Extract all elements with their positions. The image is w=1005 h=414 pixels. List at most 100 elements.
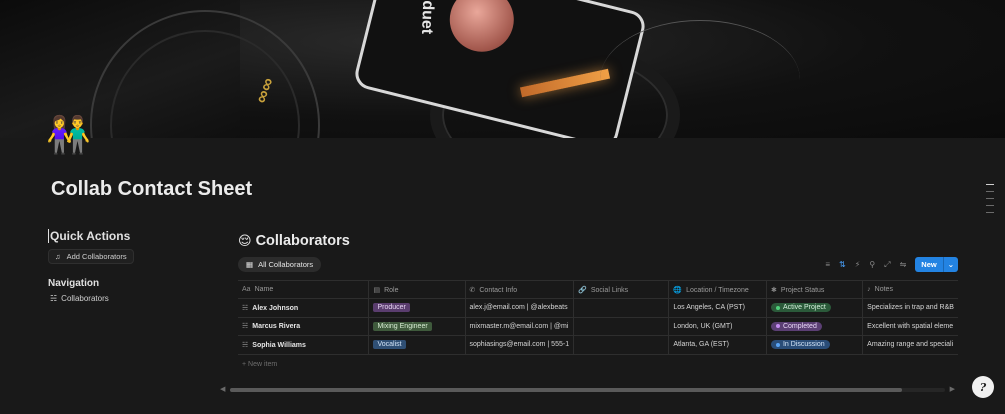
name-text: Marcus Rivera bbox=[252, 323, 301, 331]
new-item-label: New item bbox=[248, 360, 278, 368]
name-text: Alex Johnson bbox=[252, 304, 299, 312]
cell-contact[interactable]: alex.j@email.com | @alexbeats bbox=[465, 298, 575, 318]
cell-location[interactable]: Atlanta, GA (EST) bbox=[668, 335, 767, 355]
database-tools: ≡ ⇅ ⚡ ⚲ ⤢ ⇋ New ⌄ bbox=[825, 257, 958, 272]
help-button[interactable]: ? bbox=[972, 376, 994, 398]
globe-icon: 🌐 bbox=[673, 286, 683, 294]
nav-item-label: Collaborators bbox=[61, 294, 109, 303]
cell-contact[interactable]: sophiasings@email.com | 555-1 bbox=[465, 335, 575, 355]
collaborators-table: Aa Name ▤ Role ✆ Contact Info 🔗 Social Links… bbox=[238, 280, 958, 355]
relieved-face-icon: 😌 bbox=[238, 233, 252, 248]
scroll-right-arrow-icon[interactable]: ▶ bbox=[950, 385, 955, 393]
cell-name[interactable]: ☵ Alex Johnson bbox=[238, 298, 370, 318]
search-icon[interactable]: ⚲ bbox=[869, 260, 875, 269]
cell-name[interactable]: ☵ Sophia Williams bbox=[238, 335, 370, 355]
cell-social[interactable] bbox=[573, 298, 670, 318]
nav-item-collaborators[interactable]: ☵ Collaborators bbox=[48, 294, 218, 303]
music-icon: ♪ bbox=[867, 286, 871, 293]
filter-icon[interactable]: ≡ bbox=[825, 260, 830, 269]
status-text: Completed bbox=[782, 322, 817, 330]
quick-actions-heading: Quick Actions bbox=[48, 229, 218, 243]
column-label: Name bbox=[254, 286, 274, 293]
database-title-text: Collaborators bbox=[255, 233, 350, 249]
cell-notes[interactable]: Excellent with spatial eleme bbox=[862, 317, 958, 336]
database-title[interactable]: 😌 Collaborators bbox=[238, 233, 958, 249]
column-label: Contact Info bbox=[479, 286, 518, 294]
table-header-row: Aa Name ▤ Role ✆ Contact Info 🔗 Social Links… bbox=[238, 280, 958, 299]
cover-device-knob bbox=[442, 0, 521, 59]
new-item-row[interactable]: + New item bbox=[242, 361, 958, 368]
hierarchy-icon: ☵ bbox=[50, 294, 58, 303]
new-button[interactable]: New ⌄ bbox=[915, 257, 958, 272]
page-title[interactable]: Collab Contact Sheet bbox=[51, 178, 252, 201]
settings-icon[interactable]: ⇋ bbox=[900, 260, 907, 269]
cover-cable bbox=[600, 20, 800, 138]
column-header-role[interactable]: ▤ Role bbox=[368, 280, 466, 299]
scroll-left-arrow-icon[interactable]: ◀ bbox=[220, 385, 225, 393]
role-tag: Producer bbox=[373, 303, 410, 313]
select-icon: ▤ bbox=[373, 286, 381, 294]
role-tag: Vocalist bbox=[373, 340, 406, 350]
cell-status[interactable]: Completed bbox=[766, 317, 864, 336]
status-pill: Completed bbox=[770, 321, 822, 331]
sort-icon[interactable]: ⇅ bbox=[839, 260, 846, 269]
couple-icon[interactable]: 👫 bbox=[46, 112, 92, 158]
scrollbar-thumb[interactable] bbox=[230, 388, 902, 392]
cell-name[interactable]: ☵ Marcus Rivera bbox=[238, 317, 370, 336]
cell-notes[interactable]: Specializes in trap and R&B bbox=[862, 298, 958, 318]
music-note-icon: ♫ bbox=[55, 252, 61, 261]
table-icon: ▦ bbox=[246, 260, 254, 269]
automation-icon[interactable]: ⚡ bbox=[855, 260, 861, 269]
column-header-name[interactable]: Aa Name bbox=[238, 280, 370, 299]
add-collaborators-button[interactable]: ♫ Add Collaborators bbox=[48, 249, 134, 264]
cell-contact[interactable]: mixmaster.m@email.com | @mi bbox=[465, 317, 575, 336]
cell-location[interactable]: London, UK (GMT) bbox=[668, 317, 767, 336]
table-row[interactable]: ☵ Sophia Williams Vocalist sophiasings@em… bbox=[238, 335, 958, 355]
left-column: Quick Actions ♫ Add Collaborators Naviga… bbox=[48, 229, 218, 303]
database-toolbar: ▦ All Collaborators ≡ ⇅ ⚡ ⚲ ⤢ ⇋ New ⌄ bbox=[238, 257, 958, 272]
chevron-down-icon[interactable]: ⌄ bbox=[942, 257, 958, 272]
text-icon: Aa bbox=[242, 286, 251, 293]
status-pill: Active Project bbox=[770, 303, 831, 313]
cell-social[interactable] bbox=[573, 335, 670, 355]
horizontal-scrollbar[interactable]: ◀ ▶ bbox=[220, 386, 955, 394]
column-header-status[interactable]: ✱ Project Status bbox=[766, 280, 864, 299]
cover-image: duet ∞∞ bbox=[0, 0, 1005, 138]
cell-social[interactable] bbox=[573, 317, 670, 336]
column-label: Role bbox=[384, 286, 399, 294]
collaborators-database: 😌 Collaborators ▦ All Collaborators ≡ ⇅ … bbox=[238, 233, 958, 368]
expand-icon[interactable]: ⤢ bbox=[884, 260, 890, 270]
column-label: Social Links bbox=[590, 286, 629, 294]
status-text: In Discussion bbox=[782, 341, 825, 349]
cell-location[interactable]: Los Angeles, CA (PST) bbox=[668, 298, 767, 318]
column-label: Notes bbox=[874, 286, 893, 293]
navigation-heading: Navigation bbox=[48, 278, 100, 289]
status-dot bbox=[775, 324, 780, 329]
hierarchy-icon: ☵ bbox=[242, 323, 249, 331]
column-label: Project Status bbox=[780, 286, 825, 294]
cell-notes[interactable]: Amazing range and speciali bbox=[862, 335, 958, 355]
column-header-notes[interactable]: ♪ Notes bbox=[862, 280, 958, 299]
cell-role[interactable]: Mixing Engineer bbox=[368, 317, 466, 336]
view-tab-all-collaborators[interactable]: ▦ All Collaborators bbox=[238, 257, 322, 272]
page-outline-icon[interactable] bbox=[986, 184, 996, 219]
new-button-label: New bbox=[921, 260, 937, 269]
cell-status[interactable]: Active Project bbox=[766, 298, 864, 318]
status-dot bbox=[775, 342, 780, 347]
column-header-contact[interactable]: ✆ Contact Info bbox=[465, 280, 575, 299]
cell-status[interactable]: In Discussion bbox=[766, 335, 864, 355]
column-header-location[interactable]: 🌐 Location / Timezone bbox=[668, 280, 767, 299]
phone-icon: ✆ bbox=[469, 286, 476, 294]
table-row[interactable]: ☵ Alex Johnson Producer alex.j@email.com … bbox=[238, 298, 958, 318]
cell-role[interactable]: Vocalist bbox=[368, 335, 466, 355]
hierarchy-icon: ☵ bbox=[242, 341, 249, 349]
add-collaborators-label: Add Collaborators bbox=[66, 252, 127, 261]
view-tab-label: All Collaborators bbox=[258, 260, 314, 269]
cover-brand-text: duet bbox=[418, 0, 437, 35]
table-row[interactable]: ☵ Marcus Rivera Mixing Engineer mixmaster… bbox=[238, 317, 958, 336]
status-dot bbox=[775, 305, 780, 310]
cell-role[interactable]: Producer bbox=[368, 298, 466, 318]
column-header-social[interactable]: 🔗 Social Links bbox=[573, 280, 670, 299]
hierarchy-icon: ☵ bbox=[242, 304, 249, 312]
status-pill: In Discussion bbox=[770, 340, 830, 350]
